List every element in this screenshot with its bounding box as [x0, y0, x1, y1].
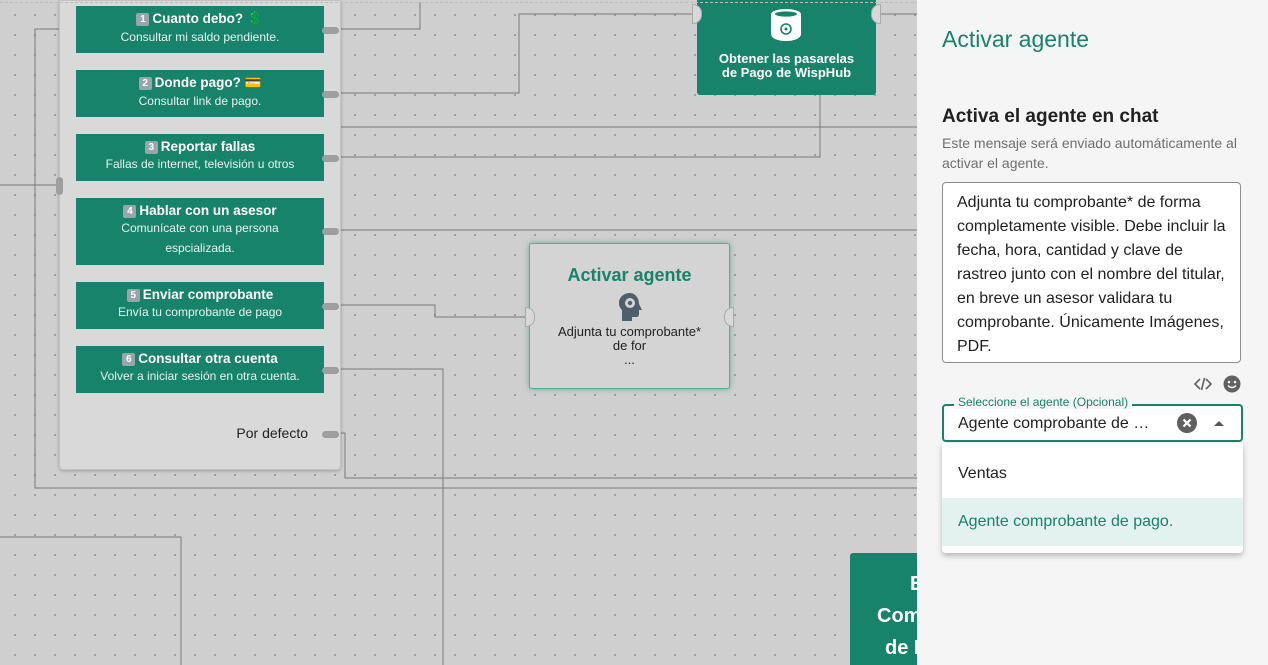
- output-port-4[interactable]: [322, 228, 339, 235]
- option-title: Consultar otra cuenta: [138, 351, 278, 366]
- node-title: Activar agente: [567, 265, 692, 285]
- menu-option-1[interactable]: 1 Cuanto debo? 💲 Consultar mi saldo pendi…: [76, 6, 324, 53]
- node-title-line2: de Pago de WispHub: [721, 65, 852, 80]
- option-title: Donde pago? 💳: [154, 75, 262, 90]
- node-title-line1: Obtener las pasarelas: [718, 51, 855, 66]
- option-title: Hablar con un asesor: [139, 203, 277, 218]
- settings-panel: Activar agente Activa el agente en chat …: [917, 0, 1268, 665]
- keycap-2-icon: 2: [138, 77, 152, 90]
- emoji-icon[interactable]: [1223, 375, 1241, 393]
- option-title: Reportar fallas: [160, 139, 256, 154]
- output-port-6[interactable]: [322, 367, 339, 374]
- node-title-line1: E: [910, 573, 917, 595]
- panel-title: Activar agente: [942, 26, 1090, 52]
- default-label: Por defecto: [236, 425, 308, 441]
- menu-option-6[interactable]: 6 Consultar otra cuenta Volver a iniciar …: [76, 346, 324, 393]
- menu-option-2[interactable]: 2 Donde pago? 💳 Consultar link de pago.: [76, 70, 324, 117]
- node-title-line3: de I: [885, 637, 917, 659]
- output-port-default[interactable]: [322, 431, 339, 438]
- output-port-5[interactable]: [322, 303, 339, 310]
- keycap-1-icon: 1: [136, 13, 150, 26]
- option-subtitle: Fallas de internet, televisión u otros: [105, 157, 295, 171]
- agent-select[interactable]: Seleccione el agente (Opcional) Agente c…: [942, 395, 1243, 442]
- section-help: Este mensaje será enviado automáticament…: [942, 135, 1237, 171]
- input-port[interactable]: [56, 177, 63, 195]
- message-textarea[interactable]: Adjunta tu comprobante* de forma complet…: [942, 182, 1241, 363]
- code-icon[interactable]: [1193, 375, 1213, 393]
- clear-icon[interactable]: [1177, 413, 1197, 433]
- option-subtitle: Consultar mi saldo pendiente.: [120, 30, 280, 44]
- agent-select-value: Agente comprobante de pago.: [958, 415, 1158, 432]
- keycap-5-icon: 5: [126, 289, 140, 302]
- agent-select-label: Seleccione el agente (Opcional): [954, 395, 1133, 409]
- dropdown-option-agente-comprobante[interactable]: Agente comprobante de pago.: [942, 498, 1243, 546]
- node-desc-line1: Adjunta tu comprobante*: [557, 324, 702, 339]
- keycap-3-icon: 3: [144, 141, 158, 154]
- input-port[interactable]: [692, 4, 702, 24]
- agent-dropdown: Ventas Agente comprobante de pago.: [942, 443, 1243, 553]
- option-subtitle: Envía tu comprobante de pago: [117, 305, 283, 319]
- output-port[interactable]: [871, 4, 881, 24]
- option-subtitle: Volver a iniciar sesión en otra cuenta.: [100, 369, 300, 383]
- menu-option-5[interactable]: 5 Enviar comprobante Envía tu comprobante…: [76, 282, 324, 329]
- option-title: Cuanto debo? 💲: [152, 11, 264, 26]
- node-title-line2: Com: [877, 605, 917, 627]
- menu-option-3[interactable]: 3 Reportar fallas Fallas de internet, tel…: [76, 134, 324, 181]
- node-desc-more: ...: [624, 352, 635, 367]
- keycap-6-icon: 6: [122, 353, 136, 366]
- menu-node[interactable]: 1 Cuanto debo? 💲 Consultar mi saldo pendi…: [56, 0, 341, 470]
- output-port-3[interactable]: [322, 155, 339, 162]
- output-port-1[interactable]: [322, 27, 339, 34]
- head-gear-icon: [530, 291, 729, 325]
- caret-up-icon[interactable]: [1214, 421, 1224, 426]
- activar-agente-node[interactable]: Activar agente Adjunta tu comprobante* d…: [525, 243, 734, 389]
- output-port[interactable]: [724, 307, 734, 327]
- keycap-4-icon: 4: [123, 205, 137, 218]
- option-subtitle: Comunícate con una persona espcializada.: [121, 221, 279, 255]
- menu-option-4[interactable]: 4 Hablar con un asesor Comunícate con una…: [76, 198, 324, 265]
- option-subtitle: Consultar link de pago.: [138, 94, 262, 108]
- output-port-2[interactable]: [322, 91, 339, 98]
- pasarelas-node[interactable]: Obtener las pasarelas de Pago de WispHub: [692, 0, 881, 95]
- section-title: Activa el agente en chat: [942, 106, 1159, 127]
- database-icon: [769, 8, 803, 49]
- option-title: Enviar comprobante: [142, 287, 274, 302]
- flow-canvas[interactable]: 1 Cuanto debo? 💲 Consultar mi saldo pendi…: [0, 0, 917, 665]
- node-desc-line2: de for: [612, 338, 647, 353]
- dropdown-option-ventas[interactable]: Ventas: [942, 450, 1243, 498]
- bottom-node[interactable]: E Com de I: [850, 553, 917, 665]
